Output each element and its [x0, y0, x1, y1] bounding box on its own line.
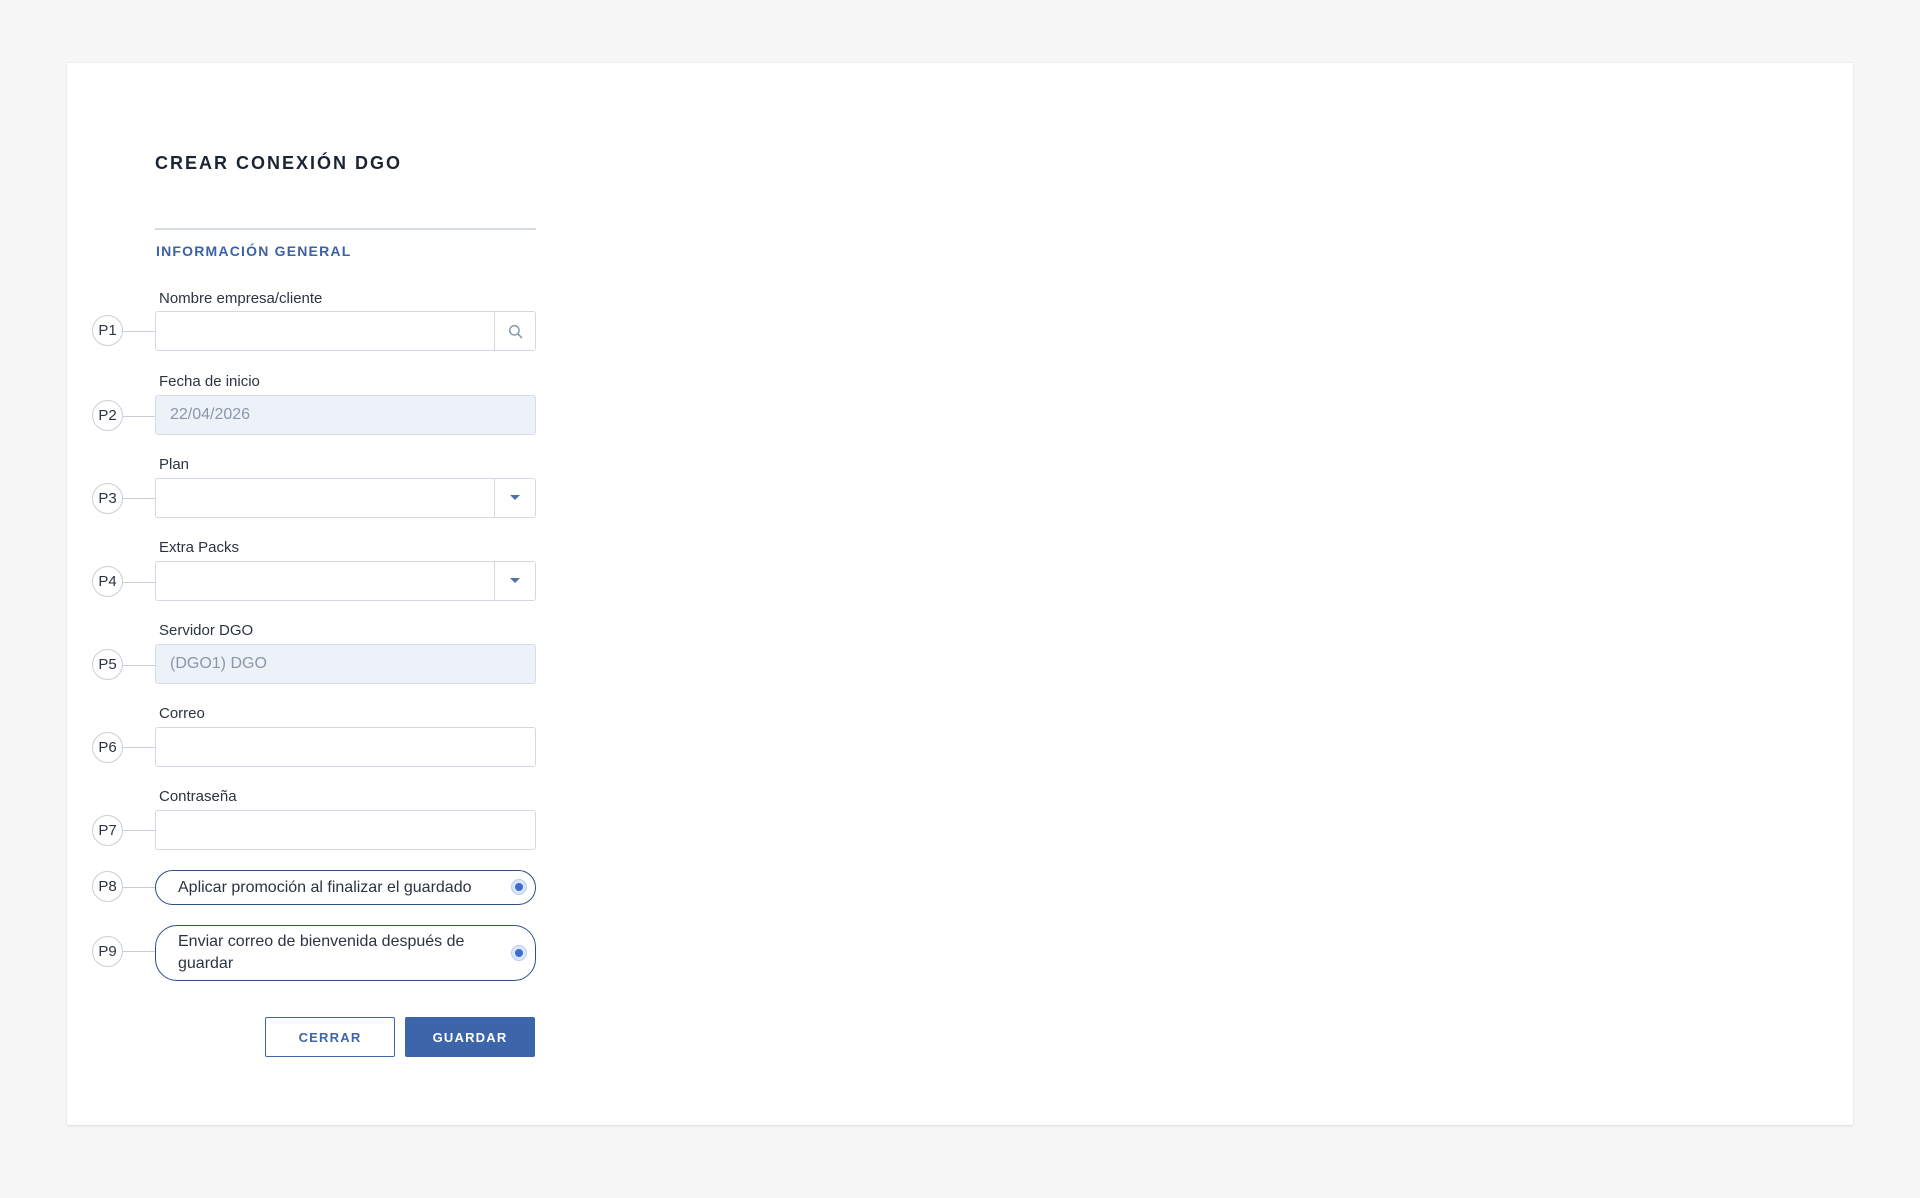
start-date-value: 22/04/2026	[170, 406, 251, 423]
marker-p9: P9	[92, 936, 123, 967]
save-button[interactable]: GUARDAR	[405, 1017, 535, 1057]
company-input[interactable]	[156, 312, 535, 350]
extra-packs-select[interactable]	[155, 561, 536, 601]
email-label: Correo	[159, 705, 205, 722]
company-label: Nombre empresa/cliente	[159, 290, 323, 307]
promotion-option-label: Aplicar promoción al finalizar el guarda…	[178, 879, 472, 896]
start-date-field: 22/04/2026	[155, 395, 536, 435]
close-button[interactable]: CERRAR	[265, 1017, 395, 1057]
server-label: Servidor DGO	[159, 622, 254, 639]
marker-connector	[123, 830, 155, 831]
password-input[interactable]	[156, 811, 535, 849]
plan-dropdown-toggle[interactable]	[494, 479, 535, 517]
marker-connector	[123, 887, 155, 888]
extra-packs-label: Extra Packs	[159, 539, 240, 556]
page-title: CREAR CONEXIÓN DGO	[155, 153, 403, 173]
marker-p8: P8	[92, 871, 123, 902]
marker-p4: P4	[92, 566, 123, 597]
radio-selected-dot	[515, 883, 523, 891]
password-field	[155, 810, 536, 850]
marker-p3: P3	[92, 483, 123, 514]
promotion-option[interactable]: Aplicar promoción al finalizar el guarda…	[155, 870, 536, 905]
caret-down-icon	[510, 578, 520, 583]
start-date-label: Fecha de inicio	[159, 373, 260, 390]
extra-packs-dropdown-toggle[interactable]	[494, 562, 535, 600]
radio-selected-dot	[515, 949, 523, 957]
welcome-email-option-label: Enviar correo de bienvenida después de g…	[178, 933, 465, 972]
marker-connector	[123, 747, 155, 748]
marker-connector	[123, 498, 155, 499]
section-divider	[155, 228, 536, 230]
promotion-radio[interactable]	[511, 879, 527, 895]
marker-connector	[123, 951, 155, 952]
marker-p5: P5	[92, 649, 123, 680]
marker-connector	[123, 416, 155, 417]
welcome-email-option[interactable]: Enviar correo de bienvenida después de g…	[155, 925, 536, 981]
search-icon	[508, 324, 522, 338]
password-label: Contraseña	[159, 788, 237, 805]
company-search-button[interactable]	[494, 312, 535, 350]
marker-p2: P2	[92, 400, 123, 431]
email-field	[155, 727, 536, 767]
welcome-email-radio[interactable]	[511, 945, 527, 961]
marker-connector	[123, 331, 155, 332]
server-value: (DGO1) DGO	[170, 655, 267, 672]
marker-p1: P1	[92, 315, 123, 346]
plan-label: Plan	[159, 456, 190, 473]
plan-select[interactable]	[155, 478, 536, 518]
email-input[interactable]	[156, 728, 535, 766]
company-field	[155, 311, 536, 351]
server-field: (DGO1) DGO	[155, 644, 536, 684]
section-title: INFORMACIÓN GENERAL	[156, 243, 352, 259]
marker-connector	[123, 665, 155, 666]
marker-p7: P7	[92, 815, 123, 846]
marker-connector	[123, 582, 155, 583]
marker-p6: P6	[92, 732, 123, 763]
caret-down-icon	[510, 495, 520, 500]
